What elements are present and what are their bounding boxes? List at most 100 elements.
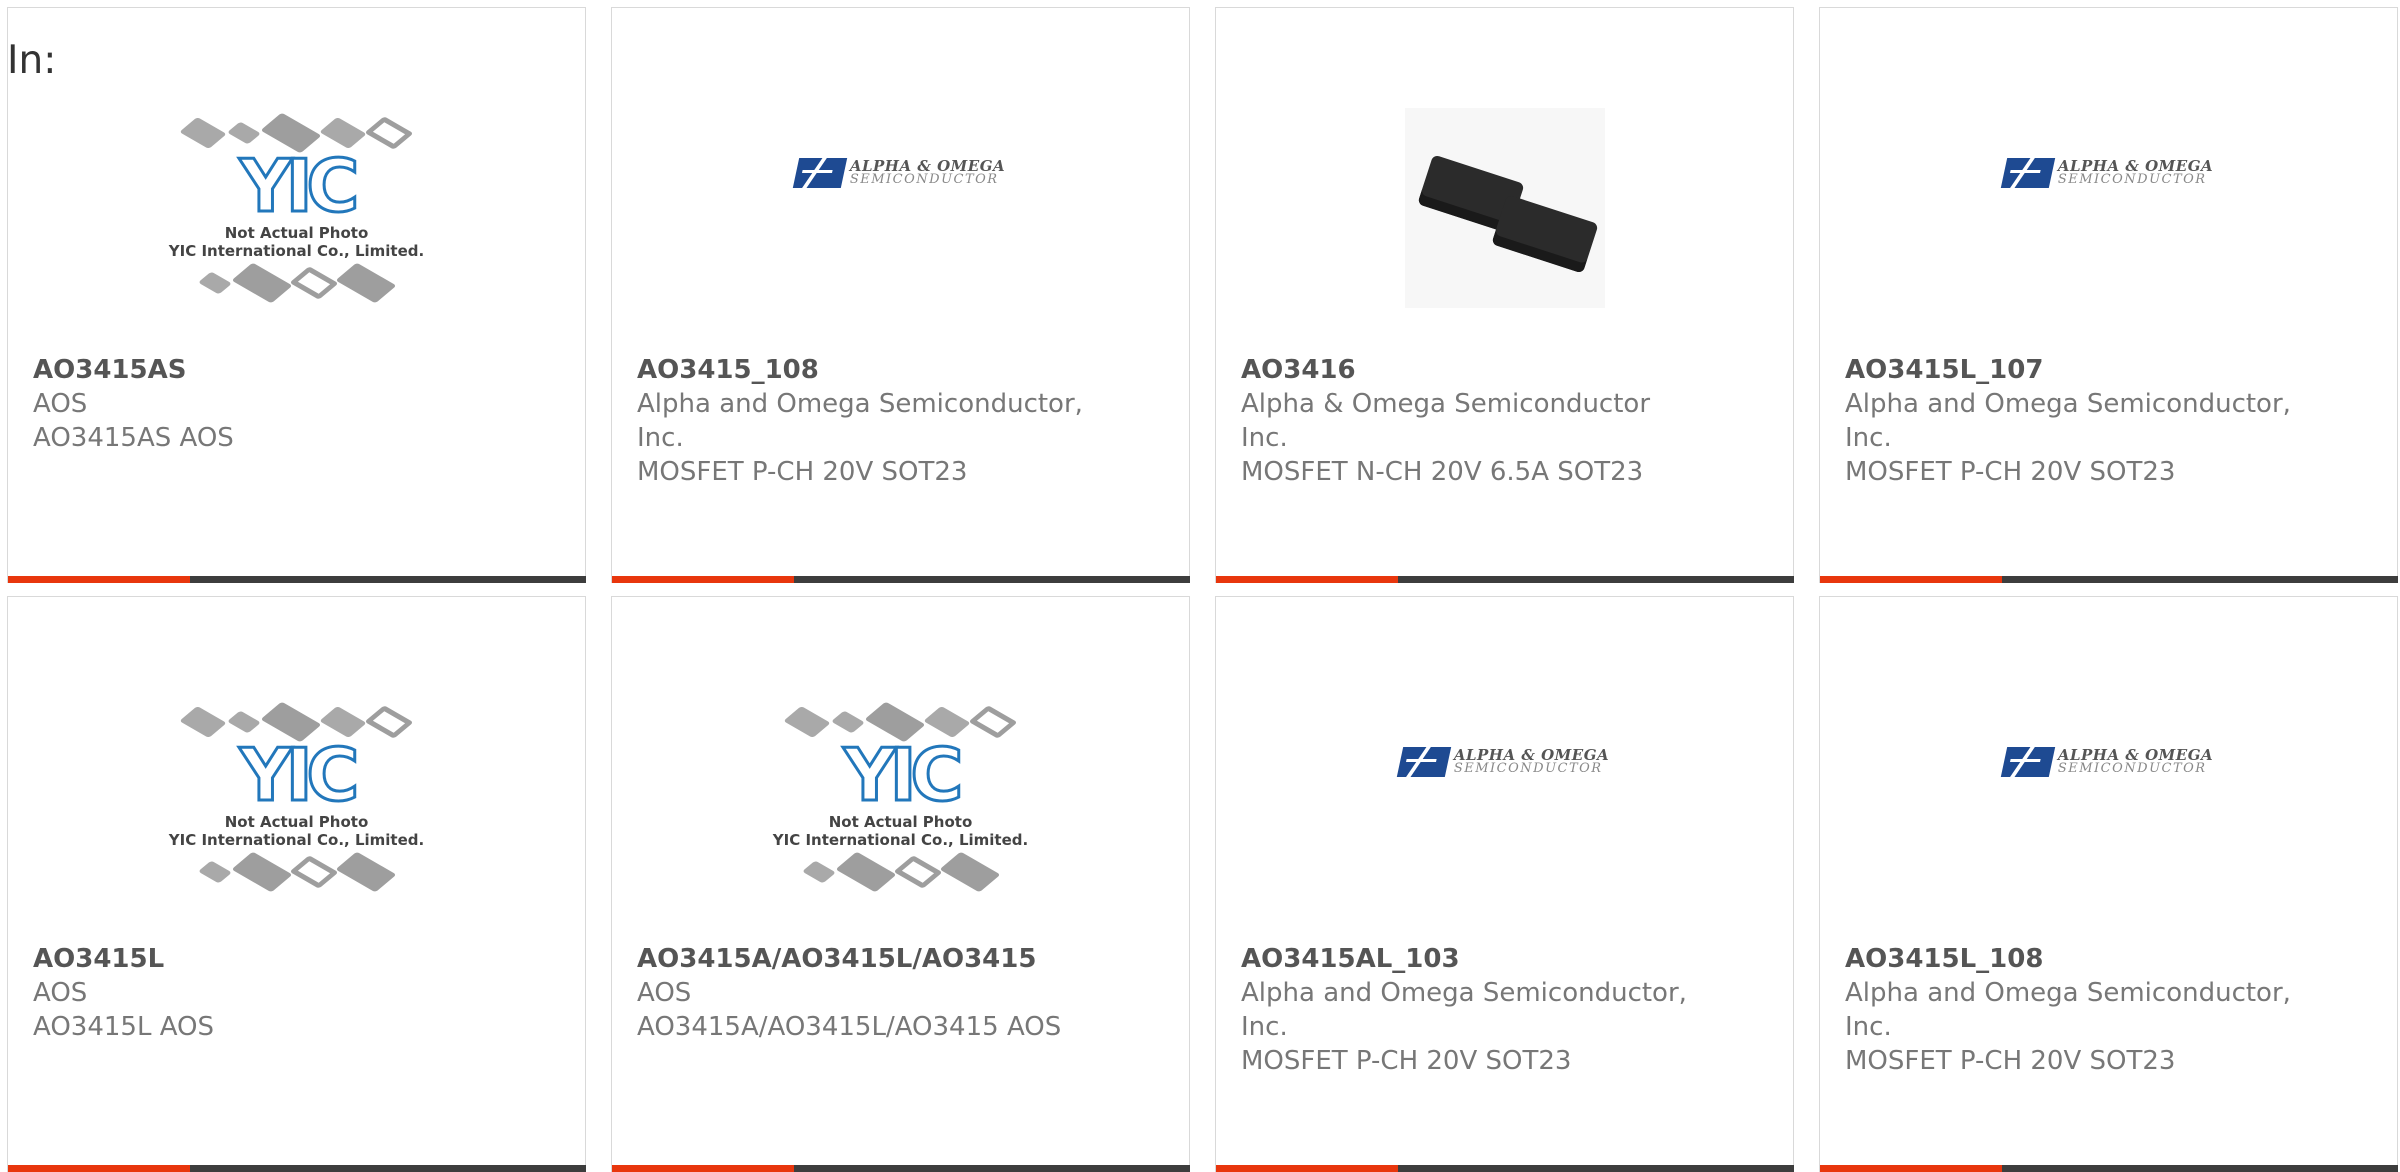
manufacturer-name: Alpha & Omega Semiconductor bbox=[1241, 389, 1651, 419]
product-card[interactable]: AO3416 Alpha & Omega Semiconductor Inc. MOS… bbox=[1215, 7, 1794, 583]
part-number-link[interactable]: AO3415AS bbox=[33, 353, 505, 387]
manufacturer-name: AOS bbox=[33, 978, 88, 1008]
chip-icon bbox=[893, 855, 943, 889]
product-image[interactable]: ALPHA & OMEGA SEMICONDUCTOR bbox=[612, 68, 1189, 348]
chip-icon bbox=[335, 262, 398, 304]
chip-icon bbox=[364, 116, 414, 150]
yic-caption-line2: YIC International Co., Limited. bbox=[168, 242, 425, 260]
chip-icon bbox=[783, 705, 832, 739]
aos-logo-line2: SEMICONDUCTOR bbox=[2057, 172, 2207, 187]
manufacturer-name: Inc. bbox=[637, 423, 684, 453]
part-number-link[interactable]: AO3415A/AO3415L/AO3415 bbox=[637, 942, 1109, 976]
manufacturer-name: AOS bbox=[33, 389, 88, 419]
aos-logo: ALPHA & OMEGA SEMICONDUCTOR bbox=[792, 157, 1006, 188]
product-image[interactable]: ALPHA & OMEGA SEMICONDUCTOR bbox=[1820, 657, 2397, 937]
aos-logo-line1: ALPHA & OMEGA bbox=[2057, 157, 2214, 175]
sot23-package-image bbox=[1404, 108, 1605, 308]
chip-icon bbox=[289, 855, 339, 889]
yic-logo: YIC bbox=[238, 144, 361, 228]
chip-icon bbox=[968, 705, 1018, 739]
aos-logo-mark-icon bbox=[1396, 747, 1452, 777]
manufacturer-name: Inc. bbox=[1241, 423, 1288, 453]
manufacturer-name: AOS bbox=[637, 978, 692, 1008]
chip-icons-top bbox=[179, 112, 414, 154]
chip-icons-bottom bbox=[198, 262, 398, 304]
aos-logo-mark-icon bbox=[2000, 158, 2056, 188]
product-description: MOSFET P-CH 20V SOT23 bbox=[1241, 1046, 1572, 1076]
chip-icon bbox=[231, 851, 294, 893]
aos-logo-line2: SEMICONDUCTOR bbox=[849, 172, 999, 187]
chip-icon bbox=[227, 121, 262, 145]
product-info: AO3415_108 Alpha and Omega Semiconductor,… bbox=[637, 353, 1109, 489]
card-accent-bar bbox=[612, 1165, 1190, 1172]
part-number-link[interactable]: AO3415L_107 bbox=[1845, 353, 2317, 387]
product-image[interactable]: YIC Not Actual Photo YIC International C… bbox=[8, 657, 585, 937]
aos-logo: ALPHA & OMEGA SEMICONDUCTOR bbox=[1396, 746, 1610, 777]
manufacturer-name: Alpha and Omega Semiconductor, bbox=[1845, 389, 2291, 419]
yic-caption-line1: Not Actual Photo bbox=[828, 813, 973, 831]
product-info: AO3415L_108 Alpha and Omega Semiconductor… bbox=[1845, 942, 2317, 1078]
aos-logo-line2: SEMICONDUCTOR bbox=[1453, 761, 1603, 776]
product-image[interactable] bbox=[1216, 68, 1793, 348]
product-info: AO3415L_107 Alpha and Omega Semiconductor… bbox=[1845, 353, 2317, 489]
chip-icon bbox=[289, 266, 339, 300]
chip-icons-bottom bbox=[802, 851, 1002, 893]
yic-logo: YIC bbox=[842, 733, 965, 817]
product-card[interactable]: ALPHA & OMEGA SEMICONDUCTOR AO3415L_108 A… bbox=[1819, 596, 2398, 1172]
product-description: AO3415AS AOS bbox=[33, 423, 234, 453]
product-description: MOSFET P-CH 20V SOT23 bbox=[1845, 1046, 2176, 1076]
sot23-package-icon bbox=[1490, 194, 1599, 274]
chip-icon bbox=[198, 271, 233, 295]
product-info: AO3416 Alpha & Omega Semiconductor Inc. MOS… bbox=[1241, 353, 1713, 489]
aos-logo-line1: ALPHA & OMEGA bbox=[849, 157, 1006, 175]
card-accent-bar bbox=[1216, 576, 1794, 583]
card-accent-bar bbox=[1820, 576, 2398, 583]
yic-logo: YIC bbox=[238, 733, 361, 817]
product-grid: YIC Not Actual Photo YIC International C… bbox=[7, 7, 2398, 1172]
yic-caption-line2: YIC International Co., Limited. bbox=[772, 831, 1029, 849]
chip-icon bbox=[802, 860, 837, 884]
card-accent-bar bbox=[1820, 1165, 2398, 1172]
chip-icons-top bbox=[179, 701, 414, 743]
yic-caption-line1: Not Actual Photo bbox=[224, 813, 369, 831]
chip-icon bbox=[939, 851, 1002, 893]
product-card[interactable]: ALPHA & OMEGA SEMICONDUCTOR AO3415L_107 A… bbox=[1819, 7, 2398, 583]
product-image[interactable]: YIC Not Actual Photo YIC International C… bbox=[612, 657, 1189, 937]
aos-logo-line1: ALPHA & OMEGA bbox=[1453, 746, 1610, 764]
chip-icon bbox=[179, 705, 228, 739]
chip-icon bbox=[335, 851, 398, 893]
product-card[interactable]: YIC Not Actual Photo YIC International C… bbox=[611, 596, 1190, 1172]
yic-placeholder-image: YIC Not Actual Photo YIC International C… bbox=[772, 701, 1029, 893]
part-number-link[interactable]: AO3415AL_103 bbox=[1241, 942, 1713, 976]
product-card[interactable]: YIC Not Actual Photo YIC International C… bbox=[7, 7, 586, 583]
chip-icon bbox=[835, 851, 898, 893]
card-accent-bar bbox=[8, 1165, 586, 1172]
product-image[interactable]: ALPHA & OMEGA SEMICONDUCTOR bbox=[1216, 657, 1793, 937]
aos-logo-line2: SEMICONDUCTOR bbox=[2057, 761, 2207, 776]
manufacturer-name: Alpha and Omega Semiconductor, bbox=[637, 389, 1083, 419]
in-label: In: bbox=[7, 38, 57, 83]
chip-icon bbox=[831, 710, 866, 734]
chip-icon bbox=[364, 705, 414, 739]
part-number-link[interactable]: AO3415L_108 bbox=[1845, 942, 2317, 976]
aos-logo-mark-icon bbox=[2000, 747, 2056, 777]
part-number-link[interactable]: AO3415L bbox=[33, 942, 505, 976]
part-number-link[interactable]: AO3416 bbox=[1241, 353, 1713, 387]
yic-placeholder-image: YIC Not Actual Photo YIC International C… bbox=[168, 701, 425, 893]
yic-caption-line2: YIC International Co., Limited. bbox=[168, 831, 425, 849]
product-card[interactable]: YIC Not Actual Photo YIC International C… bbox=[7, 596, 586, 1172]
product-image[interactable]: YIC Not Actual Photo YIC International C… bbox=[8, 68, 585, 348]
manufacturer-name: Alpha and Omega Semiconductor, bbox=[1845, 978, 2291, 1008]
chip-icon bbox=[231, 262, 294, 304]
product-description: MOSFET P-CH 20V SOT23 bbox=[1845, 457, 2176, 487]
aos-logo: ALPHA & OMEGA SEMICONDUCTOR bbox=[2000, 747, 2213, 777]
manufacturer-name: Inc. bbox=[1241, 1012, 1288, 1042]
aos-logo: ALPHA & OMEGA SEMICONDUCTOR bbox=[2000, 157, 2214, 188]
product-image[interactable]: ALPHA & OMEGA SEMICONDUCTOR bbox=[1820, 68, 2397, 348]
manufacturer-name: Inc. bbox=[1845, 423, 1892, 453]
product-card[interactable]: ALPHA & OMEGA SEMICONDUCTOR AO3415AL_103… bbox=[1215, 596, 1794, 1172]
chip-icons-top bbox=[783, 701, 1018, 743]
part-number-link[interactable]: AO3415_108 bbox=[637, 353, 1109, 387]
product-card[interactable]: ALPHA & OMEGA SEMICONDUCTOR AO3415_108 Al… bbox=[611, 7, 1190, 583]
product-info: AO3415A/AO3415L/AO3415 AOS AO3415A/AO3415L… bbox=[637, 942, 1109, 1044]
